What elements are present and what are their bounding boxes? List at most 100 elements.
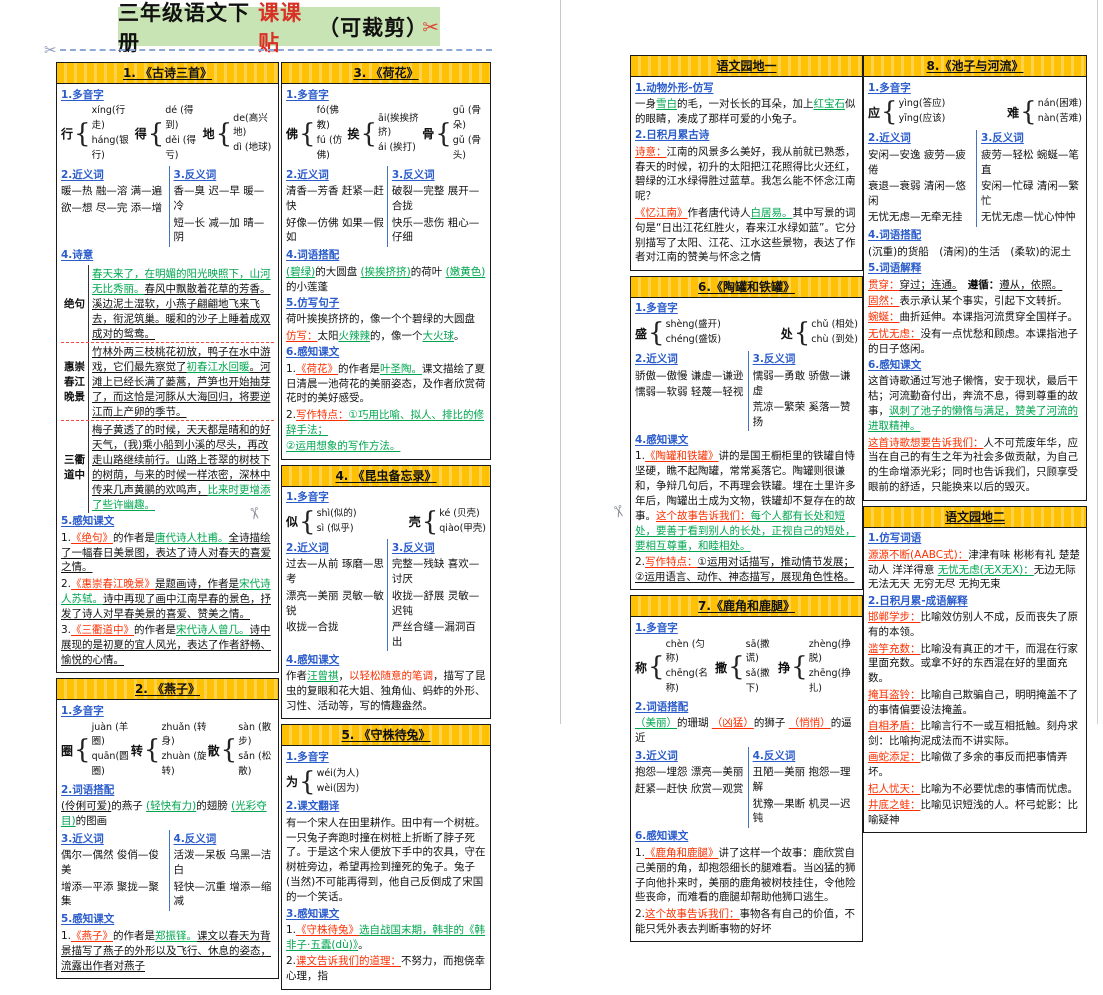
text-segment: 写作特点： bbox=[645, 556, 698, 568]
duoyin-char: 撒 bbox=[715, 659, 727, 676]
word-list-head: 2.近义词 bbox=[868, 131, 973, 146]
word-list-label: 3.反义词 bbox=[753, 353, 796, 365]
word-list-label: 4.反义词 bbox=[753, 750, 796, 762]
text-segment: 的作者是 bbox=[113, 930, 155, 942]
word-list-block: 2.近义词过去—从前 琢磨—思考漂亮—美丽 灵敏—敏锐收拢—合拢3.反义词完整—… bbox=[286, 539, 486, 651]
word-list-block: 3.近义词抱怨—埋怨 漂亮—美丽赶紧—赶快 欣赏—观赏4.反义词丑陋—美丽 抱怨… bbox=[635, 747, 858, 828]
text-segment: 杞人忧天： bbox=[868, 783, 921, 795]
text-line: 1.《守株待兔》选自战国末期，韩非的《韩非子·五蠹(dù)》。 bbox=[286, 923, 486, 953]
text-line: 1.多音字 bbox=[635, 621, 858, 636]
word-pairs-line: 破裂—完整 展开—合拢 bbox=[392, 184, 486, 214]
text-line: 6.感知课文 bbox=[635, 829, 858, 844]
text-segment: 表示承认某个事实，引起下文转折。 bbox=[900, 295, 1068, 307]
text-segment: 收拢—合拢 bbox=[286, 621, 339, 633]
text-line: 5.感知课文 bbox=[61, 912, 274, 927]
word-pairs-line: 轻快—沉重 增添—缩减 bbox=[174, 880, 274, 910]
duoyin-options: sā(撒谎)sǎ(撒下) bbox=[746, 638, 778, 697]
text-segment: 1.多音字 bbox=[286, 89, 329, 101]
text-line: 1.多音字 bbox=[61, 704, 274, 719]
text-segment: 轻快—沉重 增添—缩减 bbox=[174, 881, 272, 908]
text-segment: 郑振铎。 bbox=[155, 930, 197, 942]
text-segment: 《惠崇春江晚景》 bbox=[71, 578, 155, 590]
text-segment: 叶圣陶。 bbox=[380, 363, 422, 375]
text-line: 杞人忧天：比喻为不必要忧虑的事情而忧虑。 bbox=[868, 782, 1082, 797]
text-line: 1.动物外形-仿写 bbox=[635, 81, 858, 96]
duoyin-options: shì(似的)sì (似乎) bbox=[317, 507, 357, 536]
brace-icon: { bbox=[74, 737, 91, 763]
scissors-icon: ✂ bbox=[422, 15, 440, 39]
text-segment: 欲—想 尽—完 添—增 bbox=[61, 202, 162, 214]
text-segment: (轻快有力) bbox=[146, 800, 196, 812]
section-header: 3. 《荷花》 bbox=[282, 63, 490, 84]
word-pairs-line: 无忧无虑—忧心忡忡 bbox=[981, 210, 1082, 225]
duoyin-char: 称 bbox=[635, 659, 647, 676]
text-segment: 4.词语搭配 bbox=[868, 229, 921, 241]
word-pairs-line: 骄傲—傲慢 谦虚—谦逊 bbox=[635, 369, 745, 384]
text-segment: 《燕子》 bbox=[71, 930, 113, 942]
text-line: 3.《三衢道中》的作者是宋代诗人曾几。诗中展现的是初夏的宜人风光，表达了作者舒畅… bbox=[61, 623, 274, 668]
text-segment: 的燕子 bbox=[111, 800, 146, 812]
word-list-col: 3.近义词偶尔—偶然 俊俏—俊美增添—平添 聚拢—聚集 bbox=[61, 830, 169, 911]
text-segment: 无忧无虑—无牵无挂 bbox=[868, 211, 963, 223]
word-list-block: 2.近义词安闲—安逸 疲劳—疲倦衰退—衰弱 清闲—悠闲无忧无虑—无牵无挂3.反义… bbox=[868, 130, 1082, 227]
text-segment: 的作者是 bbox=[134, 624, 176, 636]
brace-icon: { bbox=[148, 121, 165, 147]
text-segment: 4.感知课文 bbox=[286, 654, 339, 666]
poem-row: 惠崇春江晚景竹林外两三枝桃花初放，鸭子在水中游戏，它们最先察觉了初春江水回暖。河… bbox=[61, 342, 274, 420]
section-body: 1.仿写词语源源不断(AABC式)：津津有味 彬彬有礼 楚楚动人 洋洋得意 无忧… bbox=[864, 528, 1086, 833]
section-header: 语文园地二 bbox=[864, 507, 1086, 528]
text-segment: 的小莲蓬 bbox=[286, 281, 328, 293]
text-segment: 作者 bbox=[286, 670, 307, 682]
word-list-label: 3.反义词 bbox=[174, 169, 217, 181]
text-segment: 抱怨—埋怨 漂亮—美丽 bbox=[635, 766, 743, 778]
text-segment: 的狮子 bbox=[754, 717, 789, 729]
brace-icon: { bbox=[221, 737, 238, 763]
text-segment: 《三衢道中》 bbox=[71, 624, 134, 636]
word-list-label: 3.反义词 bbox=[392, 169, 435, 181]
section-body: 1.多音字佛{fó(佛教)fú (仿佛)挨{āi(挨挨挤挤)ái (挨打)骨{g… bbox=[282, 84, 490, 459]
duoyin-option: nàn(苦难) bbox=[1038, 112, 1082, 127]
poem-meaning-block: 绝句春天来了，在明媚的阳光映照下，山河无比秀丽。春风中飘散着花草的芳香。溪边泥土… bbox=[61, 265, 274, 513]
duoyin-group: 难{nán(困难)nàn(苦难) bbox=[1007, 97, 1082, 126]
duoyin-char: 行 bbox=[61, 125, 73, 142]
brace-icon: { bbox=[1020, 99, 1037, 125]
duoyin-group: 行{xíng(行走)háng(银行) bbox=[61, 104, 135, 163]
duoyin-block: 为{wéi(为人)wèi(因为) bbox=[286, 767, 486, 796]
duoyin-options: de(高兴地)dì (地球) bbox=[233, 112, 274, 156]
duoyin-options: fó(佛教)fú (仿佛) bbox=[317, 104, 348, 163]
word-pairs-line: 好像—仿佛 如果—假如 bbox=[286, 216, 384, 246]
text-segment: 懦弱—勇敢 骄傲—谦虚 bbox=[753, 370, 851, 397]
duoyin-block: 似{shì(似的)sì (似乎)壳{ké (贝壳)qiào(甲壳) bbox=[286, 507, 486, 536]
text-line: 2.课文告诉我们的道理：不努力，而抱侥幸心理，指 bbox=[286, 954, 486, 984]
text-segment: (挨挨挤挤) bbox=[361, 266, 411, 278]
duoyin-group: 盛{shèng(盛开)chéng(盛饭) bbox=[635, 318, 721, 347]
duoyin-block: 行{xíng(行走)háng(银行)得{dé (得到)děi (得亏)地{de(… bbox=[61, 104, 274, 163]
text-segment: 固然： bbox=[868, 295, 900, 307]
text-segment: 讽刺了池子的懒惰与满足，赞美了河流的进取精神。 bbox=[868, 405, 1078, 432]
text-segment: 暖—热 融—溶 满—遍 bbox=[61, 185, 162, 197]
text-line: （美丽）的珊瑚 （凶猛）的狮子 （悄悄）的逼近 bbox=[635, 716, 858, 746]
text-segment: 火辣辣 bbox=[339, 330, 371, 342]
poem-text: 竹林外两三枝桃花初放，鸭子在水中游戏，它们最先察觉了初春江水回暖。河滩上已经长满… bbox=[88, 343, 274, 420]
duoyin-char: 佛 bbox=[286, 125, 298, 142]
duoyin-option: sàn (散步) bbox=[238, 721, 274, 750]
word-list-label: 2.近义词 bbox=[286, 169, 329, 181]
duoyin-options: shèng(盛开)chéng(盛饭) bbox=[666, 318, 722, 347]
section-box: 语文园地一1.动物外形-仿写一身雪白的毛，一对长长的耳朵，加上红宝石似的眼睛，凑… bbox=[630, 55, 863, 271]
text-line: 2.写作特点：①巧用比喻、拟人、排比的修辞手法； bbox=[286, 408, 486, 438]
text-segment: 贯穿： bbox=[868, 279, 900, 291]
text-segment: 《守株待兔》 bbox=[296, 924, 359, 936]
text-line: 1.多音字 bbox=[286, 88, 486, 103]
text-line: 2.词语搭配 bbox=[635, 700, 858, 715]
word-pairs-line: 懦弱—勇敢 骄傲—谦虚 bbox=[753, 369, 858, 399]
text-line: (碧绿)的大圆盘 (挨挨挤挤)的荷叶 (嫩黄色)的小莲蓬 bbox=[286, 265, 486, 295]
word-list-head: 2.近义词 bbox=[286, 168, 384, 183]
duoyin-option: chéng(盛饭) bbox=[666, 333, 722, 348]
word-list-label: 3.近义词 bbox=[635, 750, 678, 762]
text-line: 有一个宋人在田里耕作。田中有一个树桩。一只兔子奔跑时撞在树桩上折断了脖子死了。于… bbox=[286, 816, 486, 905]
text-line: 5.仿写句子 bbox=[286, 296, 486, 311]
text-line: 2.写作特点：①运用对话描写，推动情节发展；②运用语言、动作、神态描写，展现角色… bbox=[635, 555, 858, 585]
duoyin-options: chǔ (相处)chù (到处) bbox=[811, 318, 858, 347]
text-segment: 白居易。 bbox=[751, 207, 793, 219]
text-line: 5.感知课文 bbox=[61, 514, 274, 529]
